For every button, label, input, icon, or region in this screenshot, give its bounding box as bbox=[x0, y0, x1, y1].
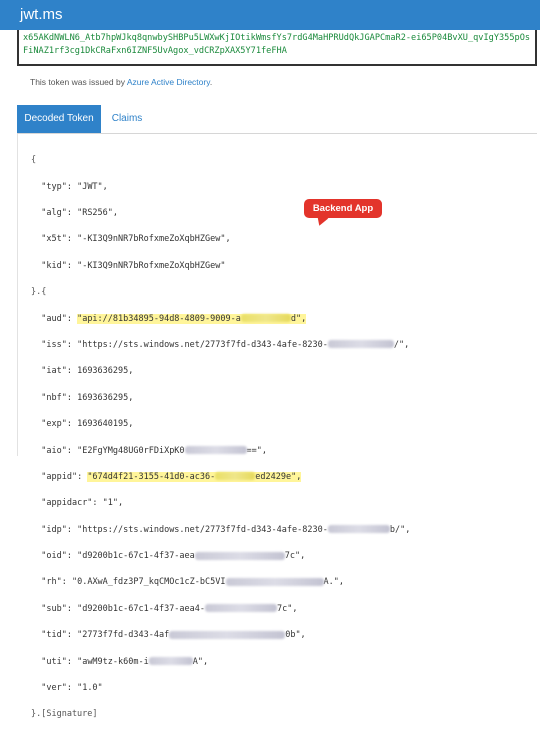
claim-rh: "rh": "0.AXwA_fdz3P7_kqCMOc1cZ-bC5VI A.", bbox=[41, 577, 344, 588]
claim-appidacr: "appidacr": "1", bbox=[41, 498, 124, 509]
encoded-token-line-2: FiNAZ1rf3cg1DkCRaFxn6IZNF5UvAgox_vdCRZpX… bbox=[23, 46, 287, 56]
encoded-token-box[interactable]: x65AKdNWLN6_Atb7hpWJkq8qnwbySHBPu5LWXwKj… bbox=[17, 30, 537, 66]
app-header: jwt.ms bbox=[0, 0, 540, 30]
claim-iat: "iat": 1693636295, bbox=[41, 366, 134, 377]
tab-decoded-token[interactable]: Decoded Token bbox=[17, 105, 101, 133]
claim-typ: "typ": "JWT", bbox=[41, 181, 108, 192]
claim-tid: "tid": "2773f7fd-d343-4af 0b", bbox=[41, 630, 306, 641]
claim-iss: "iss": "https://sts.windows.net/2773f7fd… bbox=[41, 339, 410, 350]
claim-idp: "idp": "https://sts.windows.net/2773f7fd… bbox=[41, 524, 411, 535]
decoded-token-code: { "typ": "JWT", "alg": "RS256", "x5t": "… bbox=[31, 141, 410, 748]
issued-suffix: . bbox=[209, 77, 213, 87]
issuer-link[interactable]: Azure Active Directory bbox=[127, 77, 210, 87]
issued-by-text: This token was issued by Azure Active Di… bbox=[30, 77, 212, 87]
claim-aud: "aud": "api://81b34895-94d8-4809-9009-a d… bbox=[41, 313, 307, 324]
claim-nbf: "nbf": 1693636295, bbox=[41, 392, 134, 403]
claim-sub: "sub": "d9200b1c-67c1-4f37-aea4- 7c", bbox=[41, 603, 298, 614]
claim-appid: "appid": "674d4f21-3155-41d0-ac36- ed2429… bbox=[41, 471, 302, 482]
claim-uti: "uti": "awM9tz-k60m-i A", bbox=[41, 656, 209, 667]
claim-kid: "kid": "-KI3Q9nNR7bRofxmeZoXqbHZGew" bbox=[41, 260, 226, 271]
decoded-token-panel: { "typ": "JWT", "alg": "RS256", "x5t": "… bbox=[17, 134, 537, 719]
json-open-brace: { bbox=[31, 155, 37, 166]
claim-exp: "exp": 1693640195, bbox=[41, 419, 134, 430]
json-separator: }.{ bbox=[31, 287, 47, 298]
claim-oid: "oid": "d9200b1c-67c1-4f37-aea 7c", bbox=[41, 551, 306, 562]
token-tabs: Decoded Token Claims bbox=[17, 105, 537, 134]
encoded-token-line-1: x65AKdNWLN6_Atb7hpWJkq8qnwbySHBPu5LWXwKj… bbox=[23, 33, 531, 43]
claim-x5t: "x5t": "-KI3Q9nNR7bRofxmeZoXqbHZGew", bbox=[41, 234, 231, 245]
json-close-signature: }.[Signature] bbox=[31, 709, 98, 720]
issued-prefix: This token was issued by bbox=[30, 77, 127, 87]
claim-ver: "ver": "1.0" bbox=[41, 683, 103, 694]
app-title: jwt.ms bbox=[20, 6, 63, 23]
tab-claims[interactable]: Claims bbox=[107, 105, 147, 133]
